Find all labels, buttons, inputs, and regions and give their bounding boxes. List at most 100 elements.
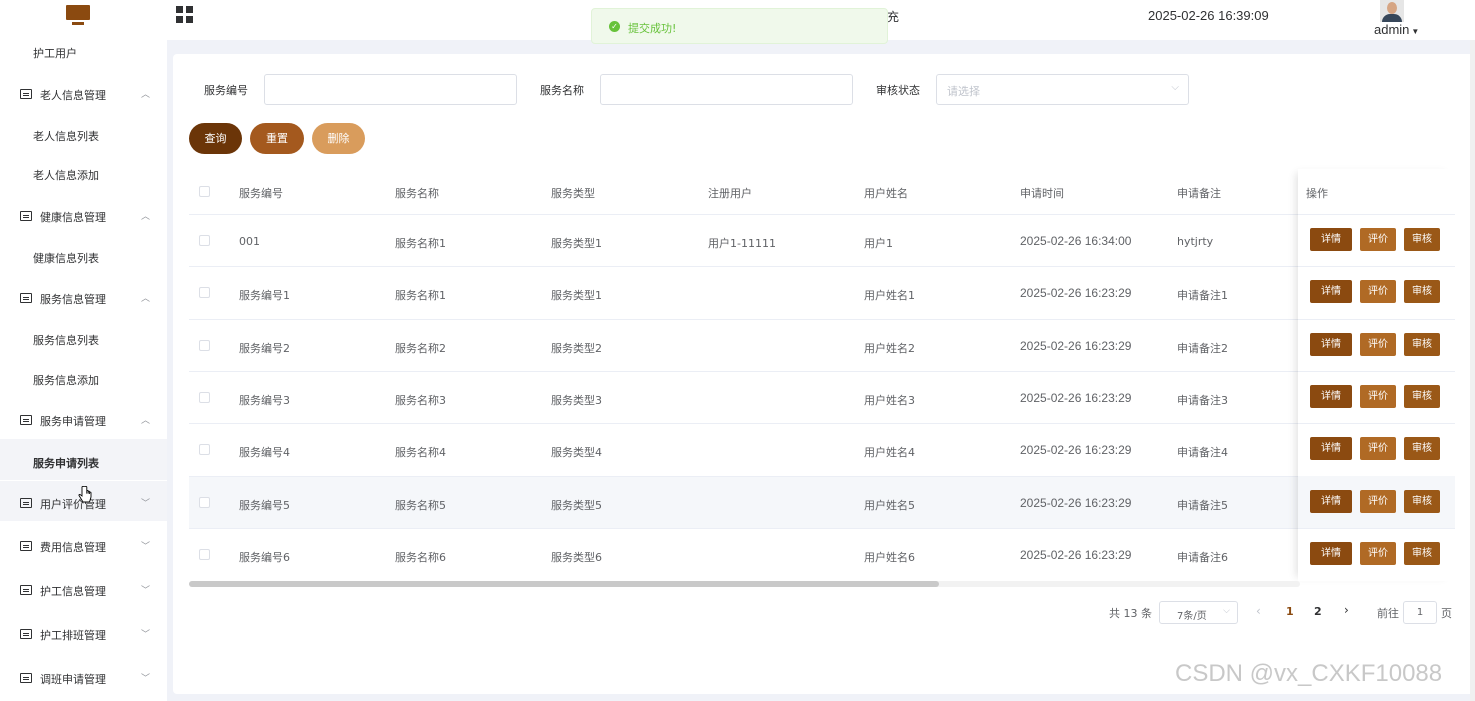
next-page-icon[interactable]: ›	[1344, 603, 1349, 617]
review-button[interactable]: 评价	[1360, 437, 1396, 460]
menu-list-icon	[20, 585, 32, 595]
sidebar-group[interactable]: 服务申请管理 ︿	[0, 408, 167, 448]
table-row[interactable]	[189, 266, 1298, 318]
sidebar-item[interactable]: 健康信息列表	[0, 245, 167, 285]
sidebar-item[interactable]: 服务信息列表	[0, 327, 167, 367]
sidebar-item-active[interactable]: 服务申请列表	[0, 450, 167, 490]
audit-button[interactable]: 审核	[1404, 280, 1440, 303]
table-cell: 用户1	[864, 237, 893, 250]
review-button[interactable]: 评价	[1360, 333, 1396, 356]
row-checkbox[interactable]	[199, 444, 210, 455]
table-cell: 001	[239, 235, 260, 248]
table-row[interactable]	[189, 423, 1298, 475]
audit-status-select[interactable]: 请选择 ⌵	[936, 74, 1189, 105]
service-name-input[interactable]	[600, 74, 853, 105]
sidebar-group[interactable]: 费用信息管理 ﹀	[0, 534, 167, 574]
audit-button[interactable]: 审核	[1404, 490, 1440, 513]
column-header: 注册用户	[708, 187, 752, 200]
page-number[interactable]: 1	[1286, 605, 1294, 618]
goto-page-input[interactable]: 1	[1403, 601, 1437, 624]
detail-button[interactable]: 详情	[1310, 542, 1352, 565]
header-datetime: 2025-02-26 16:39:09	[1148, 8, 1269, 23]
row-checkbox[interactable]	[199, 340, 210, 351]
user-menu[interactable]: admin ▼	[1374, 22, 1419, 37]
table-cell: 2025-02-26 16:23:29	[1020, 443, 1132, 457]
audit-button[interactable]: 审核	[1404, 228, 1440, 251]
sidebar-item[interactable]: 护工用户	[0, 40, 167, 80]
table-cell: 服务类型2	[551, 342, 602, 355]
vertical-scrollbar[interactable]	[1470, 40, 1475, 701]
row-divider	[1298, 423, 1455, 424]
table-cell: 服务类型1	[551, 237, 602, 250]
page-size-value: 7条/页	[1177, 611, 1207, 622]
table-cell: 2025-02-26 16:23:29	[1020, 286, 1132, 300]
row-checkbox[interactable]	[199, 392, 210, 403]
avatar[interactable]	[1380, 0, 1404, 22]
review-button[interactable]: 评价	[1360, 228, 1396, 251]
audit-status-placeholder: 请选择	[947, 85, 980, 98]
chevron-down-icon: ﹀	[141, 674, 151, 684]
table-cell: 用户姓名4	[864, 446, 915, 459]
delete-button[interactable]: 删除	[312, 123, 365, 154]
check-circle-icon: ✓	[609, 21, 620, 32]
table-cell: 用户姓名3	[864, 394, 915, 407]
sidebar-item[interactable]: 服务信息添加	[0, 367, 167, 407]
row-checkbox[interactable]	[199, 287, 210, 298]
table-cell: 服务类型6	[551, 551, 602, 564]
row-checkbox[interactable]	[199, 497, 210, 508]
table-row[interactable]	[189, 476, 1298, 528]
sidebar-group[interactable]: 护工排班管理 ﹀	[0, 622, 167, 662]
row-divider	[1298, 214, 1455, 215]
sidebar-group-label: 服务申请管理	[40, 415, 106, 428]
sidebar-group[interactable]: 健康信息管理 ︿	[0, 204, 167, 244]
select-all-checkbox[interactable]	[199, 186, 210, 197]
detail-button[interactable]: 详情	[1310, 490, 1352, 513]
detail-button[interactable]: 详情	[1310, 280, 1352, 303]
table-cell: 申请备注6	[1177, 551, 1228, 564]
detail-button[interactable]: 详情	[1310, 437, 1352, 460]
query-button[interactable]: 查询	[189, 123, 242, 154]
sidebar-group-label: 老人信息管理	[40, 89, 106, 102]
chevron-down-icon: ﹀	[141, 586, 151, 596]
sidebar-item[interactable]: 老人信息添加	[0, 162, 167, 202]
page-number[interactable]: 2	[1314, 605, 1322, 618]
page-size-select[interactable]: 7条/页 ⌵	[1159, 601, 1238, 624]
monitor-logo-icon	[66, 5, 90, 27]
sidebar-item[interactable]: 老人信息列表	[0, 123, 167, 163]
sidebar-group[interactable]: 老人信息管理 ︿	[0, 82, 167, 122]
sidebar-group[interactable]: 调班申请管理 ﹀	[0, 666, 167, 701]
sidebar-group-label: 用户评价管理	[40, 498, 106, 511]
sidebar-group-label: 调班申请管理	[40, 673, 106, 686]
table-cell: 服务编号2	[239, 342, 290, 355]
audit-button[interactable]: 审核	[1404, 385, 1440, 408]
row-checkbox[interactable]	[199, 235, 210, 246]
chevron-up-icon: ︿	[141, 294, 151, 304]
service-no-input[interactable]	[264, 74, 517, 105]
sidebar-group[interactable]: 服务信息管理 ︿	[0, 286, 167, 326]
table-row[interactable]	[189, 528, 1298, 580]
sidebar-group-label: 护工信息管理	[40, 585, 106, 598]
chevron-down-icon: ⌵	[1223, 606, 1230, 616]
audit-button[interactable]: 审核	[1404, 437, 1440, 460]
scrollbar-thumb[interactable]	[189, 581, 939, 587]
detail-button[interactable]: 详情	[1310, 228, 1352, 251]
review-button[interactable]: 评价	[1360, 280, 1396, 303]
chevron-down-icon: ﹀	[141, 630, 151, 640]
audit-button[interactable]: 审核	[1404, 333, 1440, 356]
detail-button[interactable]: 详情	[1310, 333, 1352, 356]
audit-button[interactable]: 审核	[1404, 542, 1440, 565]
table-cell: 用户姓名5	[864, 499, 915, 512]
grid-menu-icon[interactable]	[176, 6, 193, 23]
horizontal-scrollbar[interactable]	[189, 581, 1300, 587]
detail-button[interactable]: 详情	[1310, 385, 1352, 408]
menu-list-icon	[20, 541, 32, 551]
table-row[interactable]	[189, 319, 1298, 371]
sidebar-group[interactable]: 护工信息管理 ﹀	[0, 578, 167, 618]
review-button[interactable]: 评价	[1360, 385, 1396, 408]
prev-page-icon[interactable]: ‹	[1256, 604, 1261, 618]
review-button[interactable]: 评价	[1360, 490, 1396, 513]
review-button[interactable]: 评价	[1360, 542, 1396, 565]
row-checkbox[interactable]	[199, 549, 210, 560]
reset-button[interactable]: 重置	[250, 123, 304, 154]
table-row[interactable]	[189, 371, 1298, 423]
